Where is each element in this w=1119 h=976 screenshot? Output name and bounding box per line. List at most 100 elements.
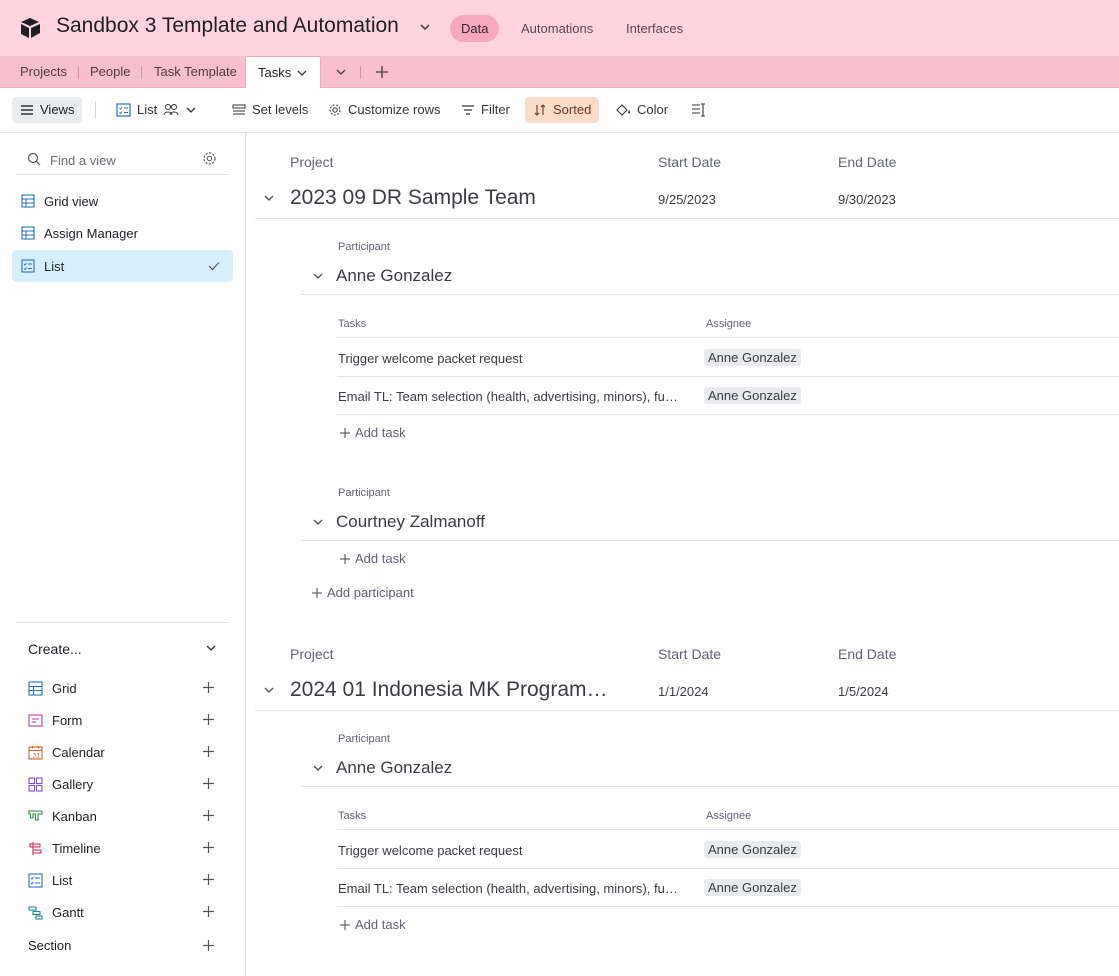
project-end-date[interactable]: 1/5/2024 (838, 684, 889, 699)
project-name[interactable]: 2024 01 Indonesia MK Program Team (290, 678, 612, 702)
task-name[interactable]: Email TL: Team selection (health, advert… (338, 881, 683, 896)
base-logo-icon[interactable] (19, 17, 43, 39)
plus-icon[interactable] (202, 841, 215, 854)
add-participant-label: Add participant (327, 585, 414, 600)
participant-name[interactable]: Anne Gonzalez (336, 758, 452, 778)
plus-icon[interactable] (202, 713, 215, 726)
color-button[interactable]: Color (607, 97, 676, 123)
tab-tasks[interactable]: Tasks (245, 56, 321, 89)
grid-view-icon (28, 681, 43, 696)
participant-name[interactable]: Anne Gonzalez (336, 266, 452, 286)
tab-projects[interactable]: Projects (20, 56, 67, 88)
participant-name[interactable]: Courtney Zalmanoff (336, 512, 485, 532)
sidebar-view-label: Grid view (44, 194, 99, 209)
plus-icon (312, 587, 322, 598)
sidebar-view-assign-manager[interactable]: Assign Manager (12, 217, 233, 249)
assignee-pill[interactable]: Anne Gonzalez (704, 841, 801, 858)
plus-icon[interactable] (202, 745, 215, 758)
sidebar-view-label: List (44, 259, 65, 274)
view-name: List (137, 102, 158, 117)
chevron-down-icon[interactable] (418, 20, 432, 34)
paint-bucket-icon (616, 104, 630, 116)
table-tabbar: Projects People Task Template Tasks (0, 56, 1119, 89)
filter-label: Filter (481, 102, 510, 117)
project-name[interactable]: 2023 09 DR Sample Team (290, 186, 536, 210)
create-gantt[interactable]: Gantt (28, 901, 218, 925)
plus-icon[interactable] (202, 939, 215, 952)
find-view-field[interactable]: Find a view (16, 145, 229, 175)
add-participant-button[interactable]: Add participant (311, 585, 414, 600)
chevron-down-icon[interactable] (312, 516, 324, 528)
timeline-view-icon (29, 842, 42, 855)
task-name[interactable]: Trigger welcome packet request (338, 843, 523, 858)
tab-people[interactable]: People (90, 56, 130, 88)
row-divider (337, 376, 1119, 377)
row-height-button[interactable] (683, 97, 715, 123)
plus-icon[interactable] (202, 905, 215, 918)
plus-icon[interactable] (202, 681, 215, 694)
participant-label: Participant (338, 241, 390, 253)
sidebar-view-list[interactable]: List (12, 250, 233, 282)
plus-icon (340, 427, 350, 438)
plus-icon[interactable] (202, 873, 215, 886)
tab-task-template[interactable]: Task Template (154, 56, 237, 88)
chevron-down-icon[interactable] (312, 270, 324, 282)
create-gallery[interactable]: Gallery (28, 773, 218, 797)
create-timeline[interactable]: Timeline (28, 837, 218, 861)
assignee-pill[interactable]: Anne Gonzalez (704, 349, 801, 366)
view-switcher-button[interactable]: List (108, 97, 205, 123)
task-name[interactable]: Email TL: Team selection (health, advert… (338, 389, 683, 404)
add-task-button[interactable]: Add task (339, 551, 406, 566)
create-calendar[interactable]: 31 Calendar (28, 741, 218, 765)
nav-interfaces[interactable]: Interfaces (615, 15, 694, 42)
gear-icon[interactable] (202, 151, 217, 166)
create-section[interactable]: Section (28, 938, 71, 953)
gallery-view-icon (28, 777, 43, 792)
plus-icon[interactable] (375, 65, 389, 79)
chevron-down-icon[interactable] (312, 762, 324, 774)
set-levels-button[interactable]: Set levels (224, 97, 316, 123)
create-grid[interactable]: Grid (28, 677, 218, 701)
list-view-icon (116, 103, 131, 117)
filter-button[interactable]: Filter (453, 97, 518, 123)
find-view-placeholder: Find a view (50, 153, 116, 168)
chevron-down-icon[interactable] (263, 684, 275, 696)
assignee-pill[interactable]: Anne Gonzalez (704, 879, 801, 896)
row-divider (255, 710, 1119, 711)
task-name[interactable]: Trigger welcome packet request (338, 351, 523, 366)
project-start-date[interactable]: 9/25/2023 (658, 192, 716, 207)
grid-view-icon (21, 226, 35, 240)
customize-rows-label: Customize rows (348, 102, 441, 117)
chevron-down-icon[interactable] (263, 192, 275, 204)
add-task-button[interactable]: Add task (339, 917, 406, 932)
customize-rows-button[interactable]: Customize rows (320, 97, 448, 123)
project-end-date[interactable]: 9/30/2023 (838, 192, 896, 207)
sorted-button[interactable]: Sorted (525, 97, 600, 123)
plus-icon[interactable] (202, 809, 215, 822)
chevron-down-icon[interactable] (334, 65, 348, 79)
sidebar-view-grid-view[interactable]: Grid view (12, 185, 233, 217)
nav-automations[interactable]: Automations (510, 15, 604, 42)
column-header-project: Project (290, 154, 334, 170)
create-label: Timeline (52, 841, 101, 856)
create-kanban[interactable]: Kanban (28, 805, 218, 829)
project-start-date[interactable]: 1/1/2024 (658, 684, 709, 699)
create-view-heading[interactable]: Create... (28, 641, 82, 657)
tasks-label: Tasks (338, 318, 367, 330)
base-title[interactable]: Sandbox 3 Template and Automation (56, 14, 399, 38)
create-label: Gallery (52, 777, 94, 792)
plus-icon[interactable] (202, 777, 215, 790)
list-view-icon (28, 873, 43, 888)
add-task-button[interactable]: Add task (339, 425, 406, 440)
create-form[interactable]: Form (28, 709, 218, 733)
gear-icon (329, 104, 341, 116)
app-header: Sandbox 3 Template and Automation Data A… (0, 0, 1119, 56)
chevron-down-icon[interactable] (296, 67, 308, 79)
chevron-down-icon[interactable] (205, 642, 217, 654)
views-button[interactable]: Views (12, 97, 83, 123)
view-sidebar: Find a view Grid view Assign Manager Lis… (0, 133, 246, 976)
create-list[interactable]: List (28, 869, 218, 893)
sorted-label: Sorted (553, 102, 592, 117)
assignee-pill[interactable]: Anne Gonzalez (704, 387, 801, 404)
nav-data[interactable]: Data (450, 15, 500, 42)
